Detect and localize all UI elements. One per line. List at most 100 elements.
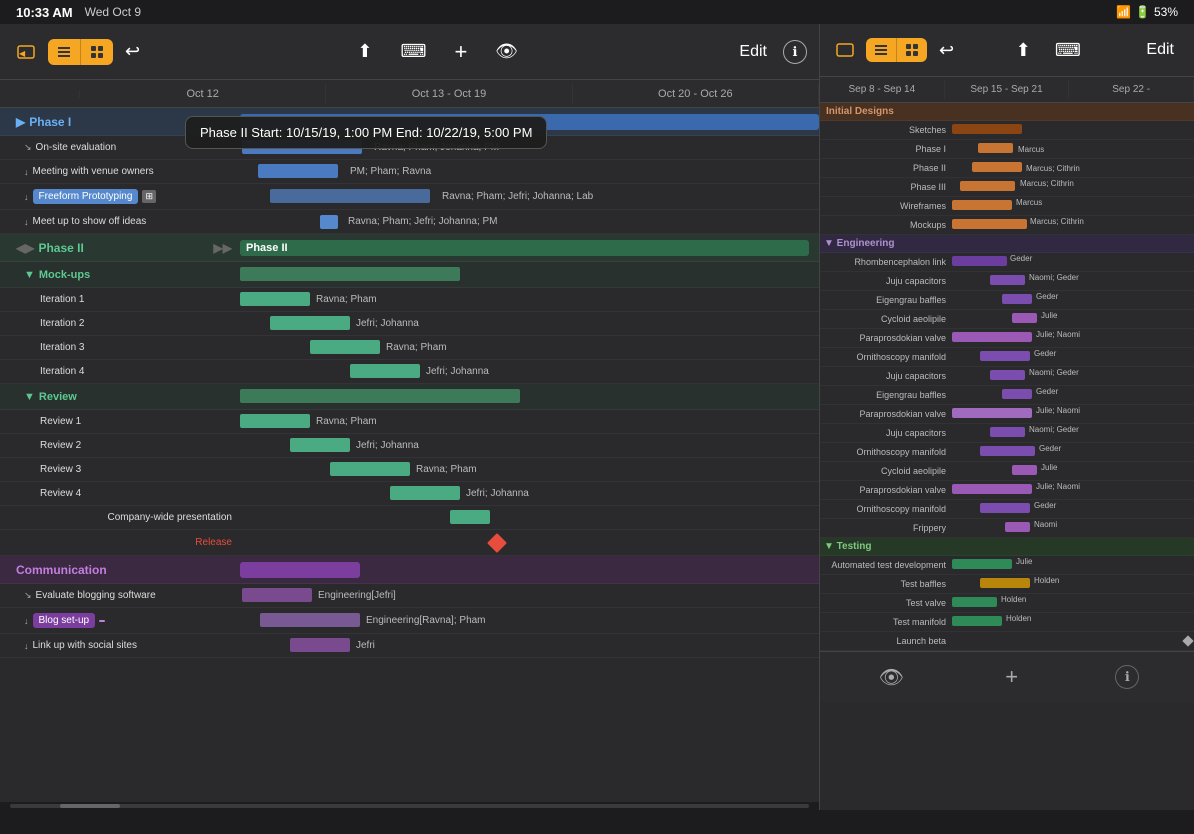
- iter2-label: Iteration 2: [0, 316, 240, 331]
- review3-row: Review 3 Ravna; Pham: [0, 458, 819, 482]
- review2-label: Review 2: [0, 438, 240, 453]
- list-view-button[interactable]: [48, 39, 80, 65]
- sketches-label: Sketches: [820, 125, 950, 135]
- review1-row: Review 1 Ravna; Pham: [0, 410, 819, 434]
- right-info-icon[interactable]: ℹ: [1115, 665, 1139, 689]
- info-button[interactable]: ℹ: [783, 40, 807, 64]
- date-oct12: Oct 12: [80, 84, 326, 104]
- eigengrau2-row: Eigengrau baffles Geder: [820, 386, 1194, 405]
- rhomben-row: Rhombencephalon link Geder: [820, 253, 1194, 272]
- blogging-label: ↘ Evaluate blogging software: [0, 588, 240, 603]
- blogsetup-row: ↓ Blog set-up Engineering[Ravna]; Pham: [0, 608, 819, 634]
- view-toggle[interactable]: [48, 39, 113, 65]
- right-terminal-button[interactable]: ⌨: [1051, 36, 1085, 65]
- review-header-row[interactable]: ▼ Review: [0, 384, 819, 410]
- review4-label: Review 4: [0, 486, 240, 501]
- initial-designs-header: Initial Designs: [820, 103, 1194, 121]
- ornith3-label: Ornithoscopy manifold: [820, 504, 950, 514]
- phase-iii-right-label: Phase III: [820, 182, 950, 192]
- freeform-row: ↓ Freeform Prototyping ⊞ Ravna; Pham; Je…: [0, 184, 819, 210]
- ornith2-label: Ornithoscopy manifold: [820, 447, 950, 457]
- add-button[interactable]: +: [450, 35, 471, 69]
- svg-text:◀: ◀: [19, 49, 26, 58]
- frippery-label: Frippery: [820, 523, 950, 533]
- paraprос1-row: Paraprosdokian valve Julie; Naomi: [820, 329, 1194, 348]
- right-undo-button[interactable]: ↩: [935, 36, 958, 65]
- scrollbar-container[interactable]: [0, 802, 819, 810]
- paraprос2-row: Paraprosdokian valve Julie; Naomi: [820, 405, 1194, 424]
- autotest-row: Automated test development Julie: [820, 556, 1194, 575]
- testing-header: ▼ Testing: [820, 538, 1194, 556]
- eigengrau2-label: Eigengrau baffles: [820, 390, 950, 400]
- right-date-sep15: Sep 15 - Sep 21: [945, 80, 1070, 99]
- iter4-label: Iteration 4: [0, 364, 240, 379]
- paraprос2-label: Paraprosdokian valve: [820, 409, 950, 419]
- sketches-row: Sketches: [820, 121, 1194, 140]
- terminal-button[interactable]: ⌨: [396, 37, 430, 66]
- right-date-header: Sep 8 - Sep 14 Sep 15 - Sep 21 Sep 22 -: [820, 77, 1194, 103]
- right-date-sep22: Sep 22 -: [1069, 80, 1194, 99]
- meetup-row: ↓ Meet up to show off ideas Ravna; Pham;…: [0, 210, 819, 234]
- cycloid1-row: Cycloid aeolipile Julie: [820, 310, 1194, 329]
- back-button[interactable]: ◀: [12, 38, 40, 66]
- paraprос3-label: Paraprosdokian valve: [820, 485, 950, 495]
- cycloid1-label: Cycloid aeolipile: [820, 314, 950, 324]
- phase-ii-row[interactable]: ◀▶ Phase II ▶▶ Phase II: [0, 234, 819, 262]
- testvalve-row: Test valve Holden: [820, 594, 1194, 613]
- juju1-label: Juju capacitors: [820, 276, 950, 286]
- ornith1-row: Ornithoscopy manifold Geder: [820, 348, 1194, 367]
- mockups-right-row: Mockups Marcus; Cithrin: [820, 216, 1194, 235]
- phase-iii-right-row: Phase III Marcus; Cithrin: [820, 178, 1194, 197]
- iter4-row: Iteration 4 Jefri; Johanna: [0, 360, 819, 384]
- review1-label: Review 1: [0, 414, 240, 429]
- testbaffles-label: Test baffles: [820, 579, 950, 589]
- juju3-label: Juju capacitors: [820, 428, 950, 438]
- battery-icon: 🔋: [1135, 5, 1150, 19]
- view-button[interactable]: 👁: [491, 37, 522, 66]
- frippery-row: Frippery Naomi: [820, 519, 1194, 538]
- blogging-row: ↘ Evaluate blogging software Engineering…: [0, 584, 819, 608]
- social-row: ↓ Link up with social sites Jefri: [0, 634, 819, 658]
- presentation-label: Company-wide presentation: [0, 510, 240, 525]
- iter1-label: Iteration 1: [0, 292, 240, 307]
- phase-ii-right-label: Phase II: [820, 163, 950, 173]
- ornith1-label: Ornithoscopy manifold: [820, 352, 950, 362]
- ornith3-row: Ornithoscopy manifold Geder: [820, 500, 1194, 519]
- share-button[interactable]: ⬆: [353, 37, 376, 66]
- initial-designs-label: Initial Designs: [820, 106, 950, 117]
- juju1-row: Juju capacitors Naomi; Geder: [820, 272, 1194, 291]
- right-view-toggle[interactable]: [866, 38, 927, 62]
- status-date: Wed Oct 9: [85, 5, 141, 19]
- right-edit-button[interactable]: Edit: [1138, 37, 1182, 63]
- mockups-label: ▼ Mock-ups: [0, 267, 240, 283]
- edit-button[interactable]: Edit: [731, 39, 775, 65]
- phase-i-right-row: Phase I Marcus: [820, 140, 1194, 159]
- right-share-button[interactable]: ⬆: [1012, 36, 1035, 65]
- engineering-header: ▼ Engineering: [820, 235, 1194, 253]
- testmanifold-row: Test manifold Holden: [820, 613, 1194, 632]
- communication-row[interactable]: Communication: [0, 556, 819, 584]
- mockups-header-row[interactable]: ▼ Mock-ups: [0, 262, 819, 288]
- testmanifold-label: Test manifold: [820, 617, 950, 627]
- eigengrau1-row: Eigengrau baffles Geder: [820, 291, 1194, 310]
- meetup-label: ↓ Meet up to show off ideas: [0, 214, 240, 229]
- phase-i-collapse[interactable]: ▶: [16, 115, 25, 129]
- review3-label: Review 3: [0, 462, 240, 477]
- date-header-row: Oct 12 Oct 13 - Oct 19 Oct 20 - Oct 26: [0, 80, 819, 108]
- juju2-label: Juju capacitors: [820, 371, 950, 381]
- review4-row: Review 4 Jefri; Johanna: [0, 482, 819, 506]
- right-view-icon[interactable]: 👁: [875, 661, 908, 694]
- rhomben-label: Rhombencephalon link: [820, 257, 950, 267]
- launchbeta-label: Launch beta: [820, 636, 950, 646]
- right-add-icon[interactable]: +: [1001, 660, 1022, 694]
- right-back-button[interactable]: [832, 37, 858, 63]
- right-list-view[interactable]: [866, 38, 896, 62]
- right-grid-view[interactable]: [896, 38, 927, 62]
- wireframes-row: Wireframes Marcus: [820, 197, 1194, 216]
- engineering-label: ▼ Engineering: [820, 238, 950, 249]
- release-label: Release: [0, 535, 240, 550]
- iter3-label: Iteration 3: [0, 340, 240, 355]
- undo-button[interactable]: ↩: [121, 37, 144, 66]
- right-bottom-bar: 👁 + ℹ: [820, 651, 1194, 702]
- gantt-view-button[interactable]: [80, 39, 113, 65]
